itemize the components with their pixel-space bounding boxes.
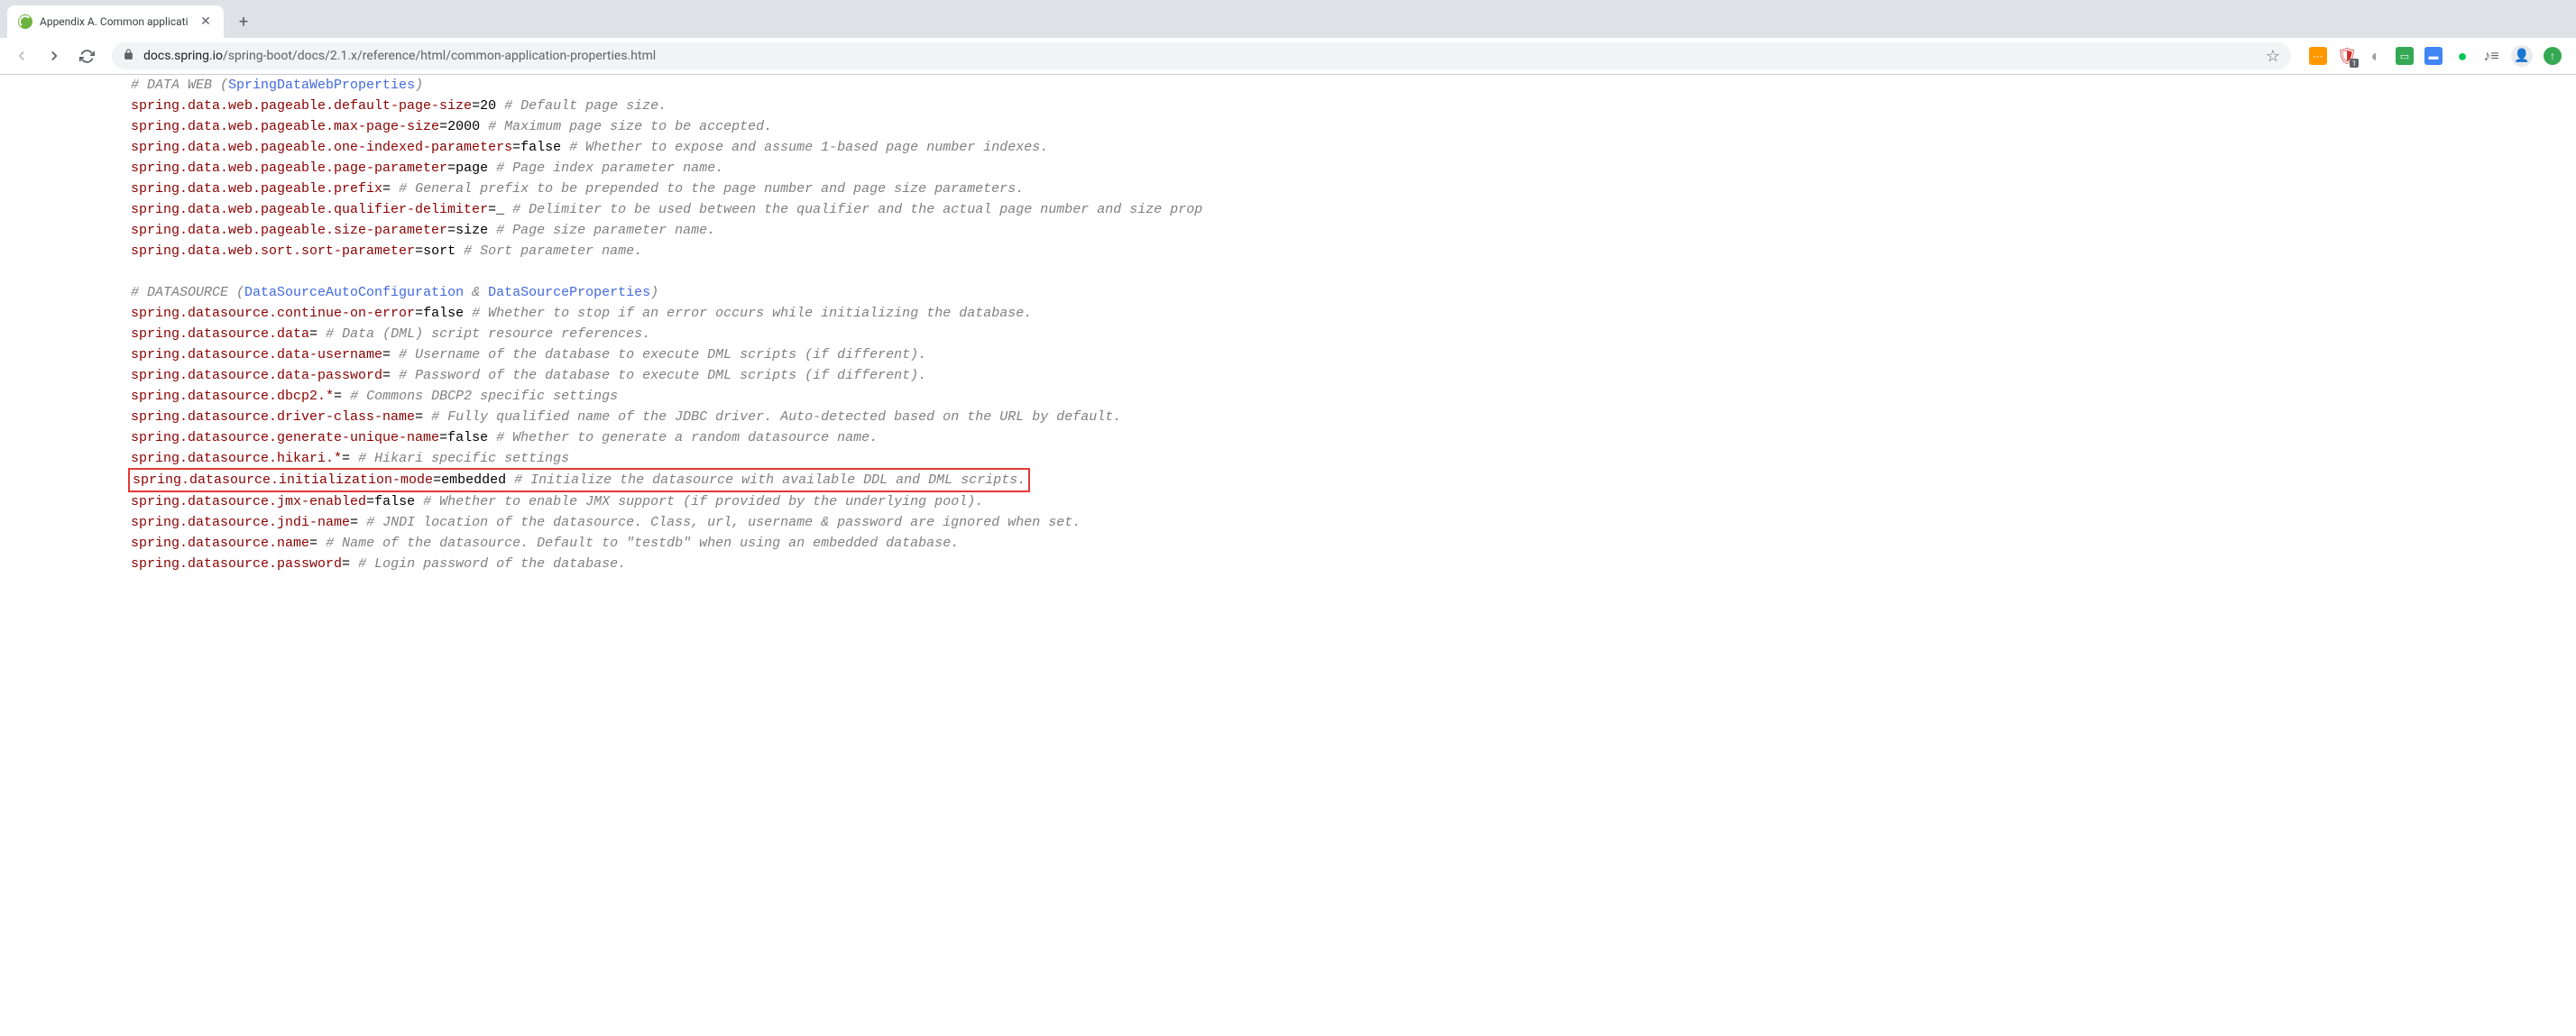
property-value: 2000 xyxy=(447,119,480,134)
property-key: spring.data.web.pageable.size-parameter xyxy=(131,223,447,238)
property-comment: # Password of the database to execute DM… xyxy=(399,368,926,383)
property-comment: # General prefix to be prepended to the … xyxy=(399,181,1024,197)
property-key: spring.data.web.sort.sort-parameter xyxy=(131,243,415,259)
property-key: spring.datasource.jmx-enabled xyxy=(131,494,366,509)
doc-link[interactable]: DataSourceProperties xyxy=(488,285,650,300)
property-comment: # Data (DML) script resource references. xyxy=(326,326,650,342)
property-comment: # Whether to stop if an error occurs whi… xyxy=(472,306,1032,321)
property-key: spring.data.web.pageable.qualifier-delim… xyxy=(131,202,488,217)
property-comment: # Default page size. xyxy=(504,98,667,114)
property-key: spring.data.web.pageable.one-indexed-par… xyxy=(131,140,512,155)
spring-favicon xyxy=(18,14,32,29)
property-comment: # Sort parameter name. xyxy=(464,243,642,259)
lock-icon xyxy=(123,49,134,64)
property-comment: # Whether to expose and assume 1-based p… xyxy=(569,140,1048,155)
property-key: spring.data.web.pageable.max-page-size xyxy=(131,119,439,134)
property-key: spring.data.web.pageable.default-page-si… xyxy=(131,98,472,114)
highlighted-property-line: spring.datasource.initialization-mode=em… xyxy=(128,468,1030,492)
property-value: false xyxy=(447,430,488,445)
property-key: spring.datasource.jndi-name xyxy=(131,515,350,530)
property-value: sort xyxy=(423,243,455,259)
grammarly-icon[interactable]: ● xyxy=(2453,47,2471,65)
property-value: _ xyxy=(496,202,504,217)
property-value: embedded xyxy=(441,472,506,488)
page-content: # DATA WEB (SpringDataWebProperties) spr… xyxy=(0,75,2576,1036)
reload-button[interactable] xyxy=(72,41,101,70)
browser-tab[interactable]: Appendix A. Common applicati ✕ xyxy=(7,5,224,38)
extension-icon[interactable]: ⋯ xyxy=(2309,47,2327,65)
property-value: false xyxy=(374,494,415,509)
browser-chrome: Appendix A. Common applicati ✕ + docs.sp… xyxy=(0,0,2576,75)
property-comment: # Maximum page size to be accepted. xyxy=(488,119,772,134)
property-comment: # Hikari specific settings xyxy=(358,451,569,466)
property-comment: # Initialize the datasource with availab… xyxy=(514,472,1026,488)
property-comment: # Whether to enable JMX support (if prov… xyxy=(423,494,983,509)
property-key: spring.datasource.generate-unique-name xyxy=(131,430,439,445)
property-key: spring.datasource.data-password xyxy=(131,368,382,383)
extension-icons: ⋯ 🛡 ◐ ▭ ▬ ● ♪≡ 👤 ↑ xyxy=(2302,45,2569,67)
property-comment: # Username of the database to execute DM… xyxy=(399,347,926,362)
ublock-icon[interactable]: 🛡 xyxy=(2338,47,2356,65)
property-comment: # Page index parameter name. xyxy=(496,160,723,176)
forward-button[interactable] xyxy=(40,41,69,70)
tab-strip: Appendix A. Common applicati ✕ + xyxy=(0,0,2576,38)
extension-icon[interactable]: ◐ xyxy=(2367,47,2385,65)
property-key: spring.datasource.initialization-mode xyxy=(133,472,433,488)
browser-toolbar: docs.spring.io/spring-boot/docs/2.1.x/re… xyxy=(0,38,2576,74)
extension-icon[interactable]: ▭ xyxy=(2396,47,2414,65)
properties-document: # DATA WEB (SpringDataWebProperties) spr… xyxy=(0,75,2576,592)
property-comment: # Commons DBCP2 specific settings xyxy=(350,389,618,404)
url-text: docs.spring.io/spring-boot/docs/2.1.x/re… xyxy=(143,49,656,63)
doc-link[interactable]: SpringDataWebProperties xyxy=(228,78,415,93)
property-key: spring.data.web.pageable.prefix xyxy=(131,181,382,197)
media-control-icon[interactable]: ♪≡ xyxy=(2482,47,2500,65)
property-comment: # Login password of the database. xyxy=(358,556,626,572)
property-value: false xyxy=(423,306,464,321)
property-value: false xyxy=(520,140,561,155)
property-key: spring.datasource.dbcp2.* xyxy=(131,389,334,404)
doc-link[interactable]: DataSourceAutoConfiguration xyxy=(244,285,464,300)
property-key: spring.datasource.data xyxy=(131,326,309,342)
property-value: 20 xyxy=(480,98,496,114)
bookmark-star-icon[interactable]: ☆ xyxy=(2266,47,2280,66)
back-button[interactable] xyxy=(7,41,36,70)
extension-icon[interactable]: ▬ xyxy=(2424,47,2443,65)
property-comment: # Page size parameter name. xyxy=(496,223,715,238)
profile-avatar[interactable]: 👤 xyxy=(2511,45,2533,67)
property-key: spring.datasource.data-username xyxy=(131,347,382,362)
property-comment: # JNDI location of the datasource. Class… xyxy=(366,515,1081,530)
property-value: page xyxy=(455,160,488,176)
property-comment: # Fully qualified name of the JDBC drive… xyxy=(431,409,1121,425)
property-key: spring.datasource.continue-on-error xyxy=(131,306,415,321)
close-tab-icon[interactable]: ✕ xyxy=(198,14,213,29)
new-tab-button[interactable]: + xyxy=(231,9,256,34)
property-key: spring.datasource.hikari.* xyxy=(131,451,342,466)
property-key: spring.datasource.name xyxy=(131,536,309,551)
update-icon[interactable]: ↑ xyxy=(2544,47,2562,65)
tab-title: Appendix A. Common applicati xyxy=(40,15,191,28)
address-bar[interactable]: docs.spring.io/spring-boot/docs/2.1.x/re… xyxy=(112,42,2291,69)
property-comment: # Whether to generate a random datasourc… xyxy=(496,430,878,445)
property-comment: # Delimiter to be used between the quali… xyxy=(512,202,1202,217)
property-comment: # Name of the datasource. Default to "te… xyxy=(326,536,959,551)
property-key: spring.datasource.password xyxy=(131,556,342,572)
property-key: spring.datasource.driver-class-name xyxy=(131,409,415,425)
property-value: size xyxy=(455,223,488,238)
property-key: spring.data.web.pageable.page-parameter xyxy=(131,160,447,176)
